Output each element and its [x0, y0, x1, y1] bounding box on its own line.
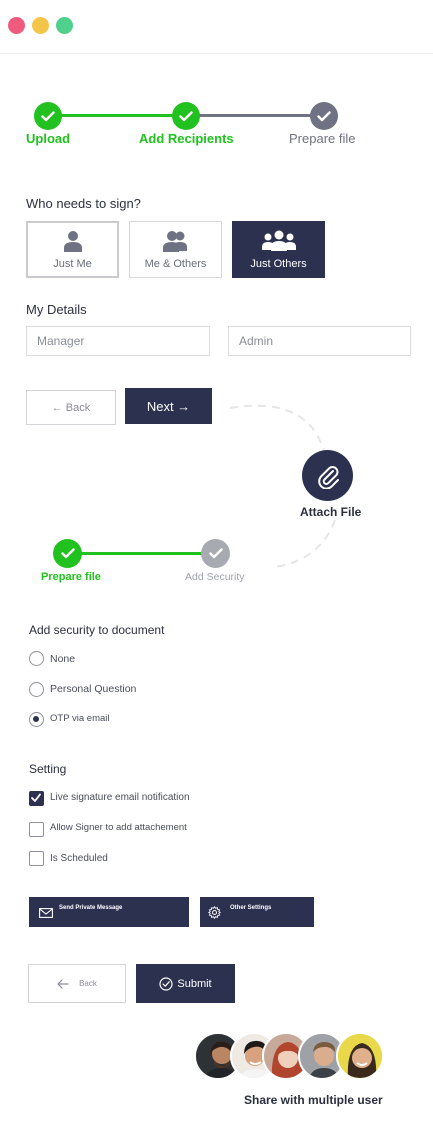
signer-option-just-me[interactable]: Just Me — [26, 221, 119, 278]
avatar[interactable] — [336, 1032, 384, 1080]
setting-label: Allow Signer to add attachement — [50, 822, 187, 833]
step-label-prepare: Prepare file — [289, 131, 356, 146]
next-button[interactable]: Next → — [125, 388, 212, 424]
stepper-connector-done — [48, 114, 186, 117]
check-circle-icon — [159, 976, 173, 991]
other-settings-button[interactable]: Other Settings — [200, 897, 314, 927]
step-prepare-check-icon[interactable] — [310, 102, 338, 130]
step-label-upload: Upload — [26, 131, 71, 146]
signer-option-me-and-others[interactable]: Me & Others — [129, 221, 222, 278]
setting-checkbox-scheduled[interactable] — [29, 851, 44, 866]
settings-heading: Setting — [29, 762, 67, 776]
arrow-left-icon — [57, 978, 69, 989]
signer-option-label: Me & Others — [144, 257, 207, 270]
step-add-security-check-icon[interactable] — [201, 539, 230, 568]
security-radio-otp[interactable] — [29, 712, 44, 727]
security-option-label: Personal Question — [50, 683, 137, 695]
security-option-label: OTP via email — [50, 713, 110, 724]
step-label-recipients: Add Recipients — [139, 131, 234, 146]
signer-option-just-others[interactable]: Just Others — [232, 221, 325, 278]
other-settings-label: Other Settings — [230, 905, 272, 911]
step-prepare-file-check-icon[interactable] — [53, 539, 82, 568]
users-icon — [162, 230, 187, 252]
close-window-button[interactable] — [8, 17, 25, 34]
footer-back-button[interactable]: Back — [28, 964, 126, 1003]
share-caption: Share with multiple user — [244, 1093, 383, 1107]
security-option-label: None — [50, 653, 76, 665]
window-titlebar — [0, 0, 433, 54]
manager-field[interactable] — [26, 326, 210, 356]
admin-field[interactable] — [228, 326, 411, 356]
envelope-icon — [39, 908, 53, 918]
user-icon — [63, 230, 82, 252]
stepper-connector-done — [68, 552, 215, 555]
checkmark-icon — [31, 793, 41, 802]
paperclip-icon — [317, 465, 339, 489]
step-upload-check-icon[interactable] — [34, 102, 62, 130]
send-private-message-button[interactable]: Send Private Message — [29, 897, 189, 927]
setting-label: Live signature email notification — [50, 792, 190, 803]
step-label-prepare-file: Prepare file — [41, 571, 101, 583]
setting-label: Is Scheduled — [50, 853, 108, 864]
security-radio-personal-question[interactable] — [29, 682, 44, 697]
details-heading: My Details — [26, 302, 87, 317]
footer-back-label: Back — [79, 979, 97, 988]
security-radio-none[interactable] — [29, 651, 44, 666]
maximize-window-button[interactable] — [56, 17, 73, 34]
attach-file-label: Attach File — [300, 505, 362, 519]
step-recipients-check-icon[interactable] — [172, 102, 200, 130]
setting-checkbox-live-notification[interactable] — [29, 791, 44, 806]
send-private-message-label: Send Private Message — [59, 905, 123, 911]
attach-file-button[interactable] — [302, 450, 353, 501]
submit-label: Submit — [177, 977, 212, 990]
signers-heading: Who needs to sign? — [26, 196, 141, 211]
signer-option-label: Just Me — [53, 257, 92, 270]
minimize-window-button[interactable] — [32, 17, 49, 34]
security-heading: Add security to document — [29, 623, 165, 637]
back-button[interactable]: ← Back — [26, 390, 116, 425]
group-icon — [261, 230, 296, 251]
setting-checkbox-allow-attachment[interactable] — [29, 822, 44, 837]
step-label-add-security: Add Security — [185, 571, 245, 583]
stepper-connector-pending — [186, 114, 324, 117]
signer-option-label: Just Others — [250, 257, 307, 270]
gear-icon — [208, 906, 221, 919]
submit-button[interactable]: Submit — [136, 964, 235, 1003]
